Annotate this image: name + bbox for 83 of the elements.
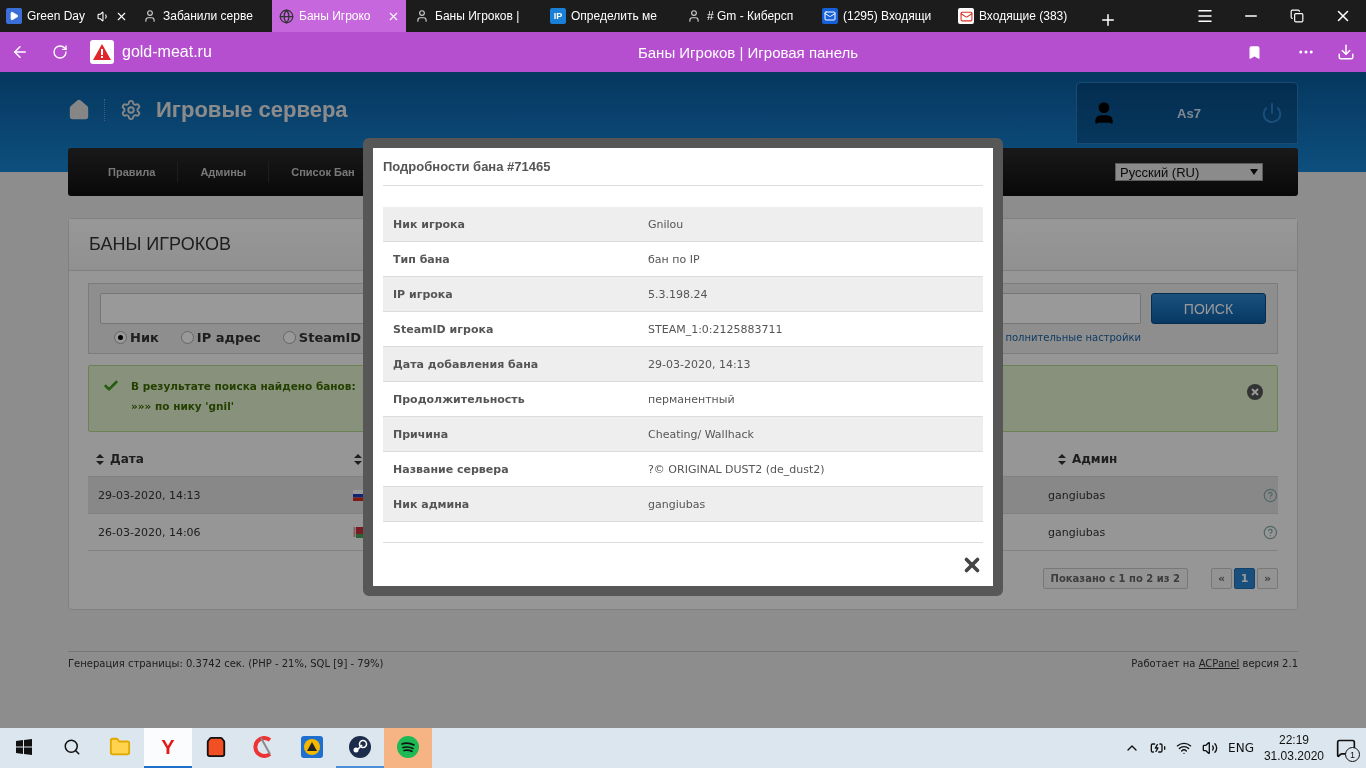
page-title: Баны Игроков | Игровая панель xyxy=(636,43,860,61)
clock[interactable]: 22:19 31.03.2020 xyxy=(1263,732,1324,764)
app-icon xyxy=(301,736,323,758)
gear-icon[interactable] xyxy=(120,99,142,121)
caret-icon[interactable] xyxy=(1250,169,1258,175)
wifi-icon[interactable] xyxy=(1176,740,1193,756)
next-page-button[interactable]: » xyxy=(1257,568,1278,589)
url-text[interactable]: gold-meat.ru xyxy=(122,43,422,61)
folder-icon xyxy=(109,736,131,758)
volume-icon[interactable] xyxy=(1202,740,1219,756)
home-icon[interactable] xyxy=(68,99,90,121)
detail-label: Ник игрока xyxy=(392,217,466,231)
steam-icon xyxy=(348,735,372,759)
bookmark-icon[interactable] xyxy=(1246,44,1262,60)
back-icon[interactable] xyxy=(11,43,29,61)
check-icon xyxy=(103,378,119,394)
alert-text: В результате поиска найдено банов: xyxy=(131,380,356,392)
page-button[interactable]: 1 xyxy=(1234,568,1255,589)
menu-icon[interactable] xyxy=(1196,7,1214,25)
download-icon[interactable] xyxy=(1337,43,1355,61)
results-info: Показано с 1 по 2 из 2 xyxy=(1042,568,1188,589)
prev-page-button[interactable]: « xyxy=(1211,568,1232,589)
radio-button[interactable] xyxy=(282,331,296,344)
taskbar-button[interactable] xyxy=(384,728,432,768)
powered-by-text: Работает на ACPanel версия 2.1 xyxy=(1131,658,1298,669)
radio-label: IP адрес xyxy=(196,330,261,345)
alert-text: »»» по нику 'gnil' xyxy=(131,400,235,412)
acpanel-link[interactable]: ACPanel xyxy=(1198,658,1240,669)
radio-button[interactable] xyxy=(114,331,127,344)
search-button[interactable]: ПОИСК xyxy=(1151,293,1266,324)
detail-label: Дата добавления бана xyxy=(392,357,540,371)
input-language[interactable]: ENG xyxy=(1228,741,1254,755)
generation-text: Генерация страницы: 0.3742 сек. (PHP - 21%, SQL [9] - 79%) xyxy=(68,658,384,669)
battery-icon[interactable] xyxy=(1150,740,1167,756)
table-cell-text: gangiubas xyxy=(1046,488,1107,502)
nav-link[interactable]: Правила xyxy=(86,162,179,182)
detail-label: SteamID игрока xyxy=(392,322,495,336)
table-cell-text: 29-03-2020, 14:13 xyxy=(97,488,202,502)
detail-value: ?© ORIGINAL DUST2 (de_dust2) xyxy=(648,462,825,476)
detail-value: перманентный xyxy=(648,392,735,406)
detail-value: STEAM_1:0:2125883711 xyxy=(648,322,783,336)
nav-link[interactable]: Админы xyxy=(178,162,270,182)
detail-label: Продолжительность xyxy=(392,392,526,406)
radio-button[interactable] xyxy=(180,331,194,344)
detail-label: IP игрока xyxy=(392,287,454,301)
mail-icon xyxy=(958,8,974,24)
reload-icon[interactable] xyxy=(52,44,68,60)
panel-title: БАНЫ ИГРОКОВ xyxy=(89,234,231,255)
language-select[interactable]: Русский (RU) xyxy=(1115,163,1263,181)
detail-label: Причина xyxy=(392,427,450,441)
spotify-icon xyxy=(396,735,420,759)
speaker-icon[interactable] xyxy=(97,9,110,23)
detail-value: 5.3.198.24 xyxy=(648,287,708,301)
taskbar-button[interactable]: Y xyxy=(144,728,192,768)
restore-icon[interactable] xyxy=(1290,9,1304,23)
browser-tab[interactable]: Баны Игроко xyxy=(272,0,406,32)
column-header[interactable]: Админ xyxy=(1071,452,1118,466)
radio-label: SteamID xyxy=(298,330,362,345)
advanced-settings-link[interactable]: полнительные настройки xyxy=(1005,332,1141,343)
dialog-title: Подробности бана #71465 xyxy=(383,159,551,174)
detail-label: Тип бана xyxy=(392,252,451,266)
globe-icon xyxy=(278,8,294,24)
detail-value: Gnilou xyxy=(648,217,684,231)
table-cell-text: 26-03-2020, 14:06 xyxy=(97,525,202,539)
sort-icon[interactable] xyxy=(96,453,104,465)
detail-label: Ник админа xyxy=(392,497,471,511)
radio-label: Ник xyxy=(130,330,159,345)
user-name[interactable]: As7 xyxy=(1177,105,1201,121)
detail-value: gangiubas xyxy=(648,497,706,511)
mail-icon xyxy=(822,8,838,24)
table-cell-text: gangiubas xyxy=(1046,525,1107,539)
site-title: Игровые сервера xyxy=(156,97,348,123)
warning-icon[interactable] xyxy=(90,40,114,64)
detail-label: Название сервера xyxy=(392,462,510,476)
sort-icon[interactable] xyxy=(1057,453,1066,465)
new-tab-icon[interactable] xyxy=(1099,11,1117,29)
detail-value: 29-03-2020, 14:13 xyxy=(648,357,751,371)
detail-value: бан по IP xyxy=(648,252,700,266)
browser-icon: Y xyxy=(161,735,175,759)
play-icon xyxy=(6,8,22,24)
site-icon: IP xyxy=(550,8,566,24)
column-header[interactable]: Дата xyxy=(110,452,144,466)
detail-value: Cheating/ Wallhack xyxy=(648,427,754,441)
